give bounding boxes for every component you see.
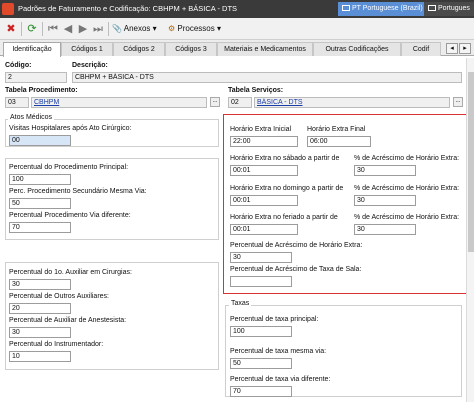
atos-medicos-title: Atos Médicos: [8, 114, 55, 121]
tabela-procedimento-lookup-button[interactable]: ...: [210, 97, 220, 107]
codigo-label: Código:: [5, 62, 32, 69]
chevron-down-icon: ▾: [152, 24, 157, 33]
taxa-sala-label: Percentual de Acréscimo de Taxa de Sala:: [230, 266, 362, 273]
proc-secundario-label: Perc. Procedimento Secundário Mesma Via:: [9, 188, 147, 195]
first-record-icon[interactable]: ⏮: [46, 22, 60, 36]
feriado-field[interactable]: 00:01: [230, 224, 298, 235]
toolbar-separator: [21, 22, 22, 36]
title-bar: Padrões de Faturamento e Codificação: CB…: [0, 0, 474, 18]
tabela-procedimento-code-field[interactable]: 03: [5, 97, 29, 108]
instrumentador-label: Percentual do Instrumentador:: [9, 341, 104, 348]
sabado-field[interactable]: 00:01: [230, 165, 298, 176]
anexos-label: Anexos: [123, 24, 151, 33]
tab-codigos-2[interactable]: Códigos 2: [113, 42, 165, 56]
proc-via-diferente-field[interactable]: 70: [9, 222, 71, 233]
horario-final-label: Horário Extra Final: [307, 126, 366, 133]
tab-scroll-right-icon[interactable]: ▸: [459, 43, 471, 54]
taxa-sala-field[interactable]: [230, 276, 292, 287]
sabado-label: Horário Extra no sábado a partir de: [230, 155, 340, 162]
vertical-scrollbar[interactable]: [466, 58, 474, 402]
feriado-perc-label: % de Acréscimo de Horário Extra:: [354, 214, 460, 221]
descricao-label: Descrição:: [72, 62, 108, 69]
tabela-servicos-label: Tabela Serviços:: [228, 87, 284, 94]
refresh-icon[interactable]: ⟳: [25, 22, 39, 36]
primeiro-auxiliar-field[interactable]: 30: [9, 279, 71, 290]
auxiliar-anestesista-label: Percentual de Auxiliar de Anestesista:: [9, 317, 127, 324]
tabela-servicos-link[interactable]: BÁSICA - DTS: [254, 97, 450, 108]
anexos-button[interactable]: 📎 Anexos ▾: [112, 21, 157, 37]
taxa-principal-field[interactable]: 100: [230, 326, 292, 337]
domingo-perc-label: % de Acréscimo de Horário Extra:: [354, 185, 460, 192]
horario-final-field[interactable]: 06:00: [307, 136, 371, 147]
processos-button[interactable]: ⚙ Processos ▾: [168, 21, 221, 37]
chevron-down-icon: ▾: [217, 24, 222, 33]
tab-bar: Identificação Códigos 1 Códigos 2 Código…: [0, 40, 474, 57]
gear-icon: ⚙: [168, 24, 176, 33]
acrescimo-field[interactable]: 30: [230, 252, 292, 263]
taxa-via-diferente-label: Percentual de taxa via diferente:: [230, 376, 331, 383]
paperclip-icon: 📎: [112, 24, 122, 33]
taxa-mesma-via-label: Percentual de taxa mesma via:: [230, 348, 327, 355]
previous-record-icon[interactable]: ◀: [61, 22, 75, 36]
tab-codif[interactable]: Codif: [401, 42, 441, 56]
language-primary-label: PT Portuguese (Brazil): [352, 5, 423, 12]
toolbar-separator: [108, 22, 109, 36]
domingo-perc-field[interactable]: 30: [354, 195, 416, 206]
descricao-field[interactable]: CBHPM + BÁSICA - DTS: [72, 72, 462, 83]
taxa-mesma-via-field[interactable]: 50: [230, 358, 292, 369]
scrollbar-thumb[interactable]: [468, 72, 474, 252]
sabado-perc-label: % de Acréscimo de Horário Extra:: [354, 155, 460, 162]
taxa-principal-label: Percentual de taxa principal:: [230, 316, 319, 323]
outros-auxiliares-label: Percentual de Outros Auxiliares:: [9, 293, 109, 300]
primeiro-auxiliar-label: Percentual do 1o. Auxiliar em Cirurgias:: [9, 269, 132, 276]
codigo-field[interactable]: 2: [5, 72, 67, 83]
tabela-procedimento-label: Tabela Procedimento:: [5, 87, 78, 94]
horario-inicial-field[interactable]: 22:00: [230, 136, 298, 147]
tabela-servicos-lookup-button[interactable]: ...: [453, 97, 463, 107]
processos-label: Processos: [177, 24, 215, 33]
visitas-field[interactable]: 00: [9, 135, 71, 146]
keyboard-icon: [428, 5, 436, 12]
tab-codigos-1[interactable]: Códigos 1: [61, 42, 113, 56]
auxiliar-anestesista-field[interactable]: 30: [9, 327, 71, 338]
domingo-field[interactable]: 00:01: [230, 195, 298, 206]
tab-codigos-3[interactable]: Códigos 3: [165, 42, 217, 56]
tab-identificacao[interactable]: Identificação: [3, 42, 61, 57]
feriado-label: Horário Extra no feriado a partir de: [230, 214, 338, 221]
outros-auxiliares-field[interactable]: 20: [9, 303, 71, 314]
tabela-procedimento-link[interactable]: CBHPM: [31, 97, 207, 108]
window-title: Padrões de Faturamento e Codificação: CB…: [18, 4, 238, 13]
horario-inicial-label: Horário Extra Inicial: [230, 126, 292, 133]
toolbar: ✖ ⟳ ⏮ ◀ ▶ ⏭ 📎 Anexos ▾ ⚙ Processos ▾: [0, 18, 474, 40]
keyboard-icon: [342, 5, 350, 12]
sabado-perc-field[interactable]: 30: [354, 165, 416, 176]
instrumentador-field[interactable]: 10: [9, 351, 71, 362]
acrescimo-label: Percentual de Acréscimo de Horário Extra…: [230, 242, 363, 249]
language-secondary[interactable]: Portugues: [424, 2, 474, 16]
close-icon[interactable]: ✖: [4, 22, 18, 36]
tab-materiais-medicamentos[interactable]: Materiais e Medicamentos: [217, 42, 313, 56]
domingo-label: Horário Extra no domingo a partir de: [230, 185, 344, 192]
app-icon: [2, 3, 14, 15]
tab-scroll-left-icon[interactable]: ◂: [446, 43, 458, 54]
taxas-title: Taxas: [229, 300, 252, 307]
tabela-servicos-code-field[interactable]: 02: [228, 97, 252, 108]
taxa-via-diferente-field[interactable]: 70: [230, 386, 292, 397]
language-secondary-label: Portugues: [438, 5, 470, 12]
proc-principal-field[interactable]: 100: [9, 174, 71, 185]
proc-via-diferente-label: Percentual Procedimento Via diferente:: [9, 212, 131, 219]
proc-principal-label: Percentual do Procedimento Principal:: [9, 164, 129, 171]
visitas-label: Visitas Hospitalares após Ato Cirúrgico:: [9, 125, 132, 132]
feriado-perc-field[interactable]: 30: [354, 224, 416, 235]
proc-secundario-field[interactable]: 50: [9, 198, 71, 209]
toolbar-separator: [42, 22, 43, 36]
language-primary[interactable]: PT Portuguese (Brazil): [338, 2, 424, 16]
tab-outras-codificacoes[interactable]: Outras Codificações: [313, 42, 401, 56]
next-record-icon[interactable]: ▶: [76, 22, 90, 36]
last-record-icon[interactable]: ⏭: [91, 22, 105, 36]
